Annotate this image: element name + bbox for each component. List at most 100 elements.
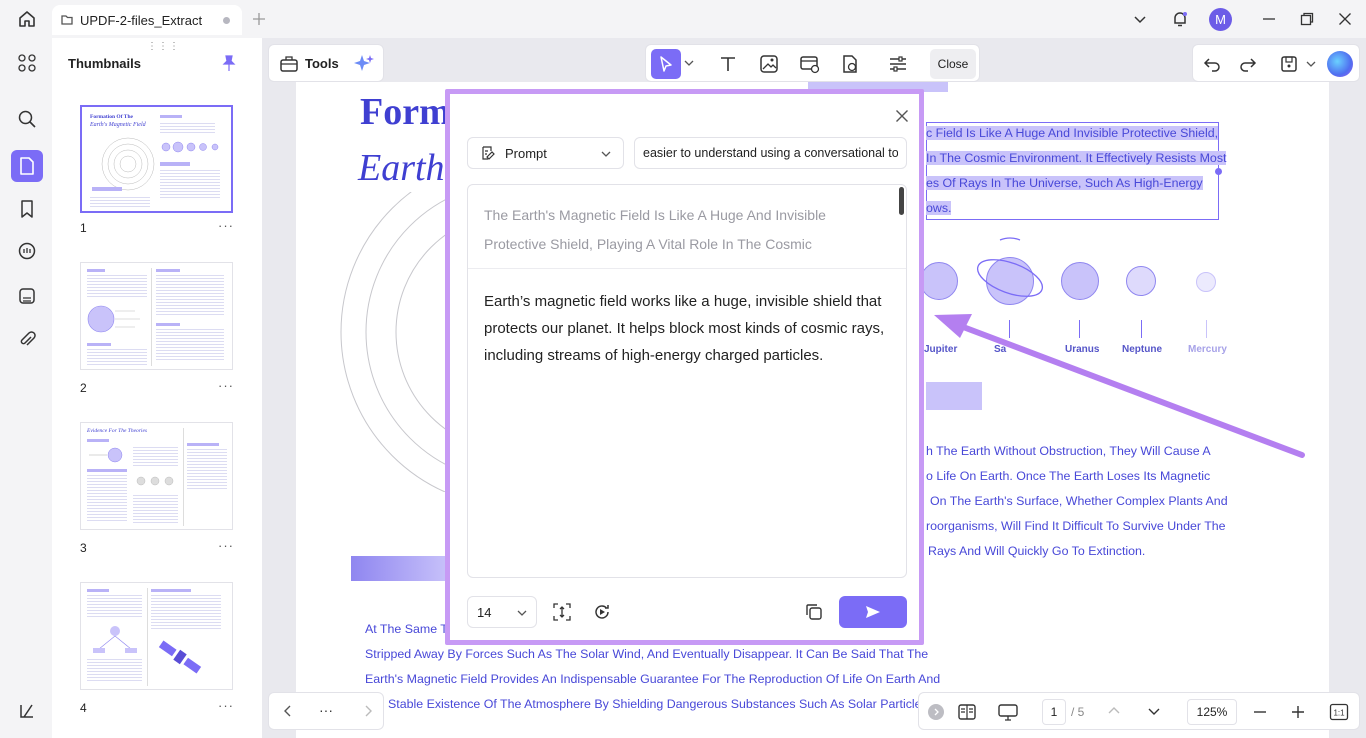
- title-bar: UPDF-2-files_Extract M: [0, 0, 1366, 38]
- watermark-tool-icon[interactable]: [840, 54, 860, 74]
- regenerate-icon[interactable]: [592, 602, 612, 622]
- image-tool-icon[interactable]: [759, 54, 779, 74]
- thumb-text: [160, 123, 215, 133]
- prompt-dropdown[interactable]: Prompt: [467, 137, 624, 169]
- selected-text-line: In The Cosmic Environment. It Effectivel…: [926, 151, 1227, 165]
- undo-icon[interactable]: [1203, 55, 1221, 73]
- zoom-out-icon[interactable]: [1253, 705, 1267, 719]
- chevron-right-icon[interactable]: [361, 704, 375, 718]
- thumb-more-button[interactable]: ···: [218, 538, 234, 553]
- rewrite-text-area[interactable]: The Earth's Magnetic Field Is Like A Hug…: [467, 184, 907, 578]
- chevron-left-icon[interactable]: [281, 704, 295, 718]
- comment-icon[interactable]: [14, 238, 40, 264]
- thumb-text: [187, 449, 227, 489]
- stamp-icon[interactable]: [14, 283, 40, 309]
- tools-label[interactable]: Tools: [305, 56, 339, 71]
- thumb-globe-graphic: [87, 305, 140, 333]
- chevron-down-icon: [517, 608, 527, 618]
- page-number-input[interactable]: 1: [1042, 699, 1066, 725]
- ai-rewrite-dialog: Prompt The Earth's Magnetic Field Is Lik…: [445, 89, 924, 645]
- page-thumbnail-3[interactable]: Evidence For The Theories: [80, 422, 233, 530]
- chevron-down-icon[interactable]: [1147, 704, 1161, 718]
- toolbox-icon[interactable]: [279, 54, 299, 74]
- thumb-label-bar: [87, 589, 109, 592]
- zoom-in-icon[interactable]: [1291, 705, 1305, 719]
- layers-icon[interactable]: [14, 698, 40, 724]
- thumb-text: [160, 170, 220, 200]
- thumb-page-number: 2: [80, 381, 87, 395]
- page-thumbnail-2[interactable]: [80, 262, 233, 370]
- bookmark-icon[interactable]: [14, 196, 40, 222]
- expand-icon[interactable]: [552, 602, 572, 622]
- ai-sparkle-icon[interactable]: [353, 53, 375, 75]
- presentation-icon[interactable]: [997, 702, 1019, 722]
- ai-assistant-icon[interactable]: [1327, 51, 1353, 77]
- apps-icon[interactable]: [14, 50, 40, 76]
- thumb-page-number: 1: [80, 221, 87, 235]
- save-icon[interactable]: [1280, 55, 1298, 73]
- close-icon[interactable]: [895, 109, 909, 123]
- minimize-icon[interactable]: [1258, 8, 1280, 30]
- prompt-input[interactable]: [634, 137, 907, 169]
- tools-panel: Tools: [268, 44, 384, 82]
- thumb-more-button[interactable]: ···: [218, 378, 234, 393]
- select-tool-icon[interactable]: [651, 49, 681, 79]
- thumb-page-number: 4: [80, 701, 87, 715]
- panel-resize-handle[interactable]: ⋮⋮⋮: [147, 41, 180, 52]
- avatar[interactable]: M: [1209, 8, 1232, 31]
- zoom-level[interactable]: 125%: [1187, 699, 1237, 725]
- thumb-planets: [136, 476, 174, 486]
- font-size-select[interactable]: 14: [467, 596, 537, 628]
- bell-icon[interactable]: [1169, 8, 1191, 30]
- planet-jupiter: [920, 262, 958, 300]
- chevron-down-icon: [601, 149, 611, 159]
- close-icon[interactable]: [1334, 8, 1356, 30]
- planet-mercury: [1196, 272, 1216, 292]
- pin-icon[interactable]: [220, 54, 238, 72]
- document-icon[interactable]: [11, 150, 43, 182]
- selected-text-line: c Field Is Like A Huge And Invisible Pro…: [926, 126, 1219, 140]
- scrollbar-thumb[interactable]: [899, 187, 904, 215]
- redo-icon[interactable]: [1239, 55, 1257, 73]
- thumb-heading: Formation Of The: [90, 114, 133, 120]
- text-tool-icon[interactable]: [718, 54, 738, 74]
- body-text-line: Earth's Magnetic Field Provides An Indis…: [365, 672, 941, 686]
- link-tool-icon[interactable]: [799, 54, 821, 74]
- rewritten-text[interactable]: Earth’s magnetic field works like a huge…: [484, 288, 894, 369]
- selection-handle[interactable]: [1215, 168, 1222, 175]
- close-edit-button[interactable]: Close: [930, 49, 976, 79]
- chevron-down-icon[interactable]: [684, 58, 694, 68]
- body-text-line: roorganisms, Will Find It Difficult To S…: [926, 519, 1226, 533]
- page-layout-icon[interactable]: [957, 702, 977, 722]
- thumb-orbit-graphic: [92, 137, 155, 191]
- settings-sliders-icon[interactable]: [888, 54, 908, 74]
- actual-size-icon[interactable]: 1:1: [1329, 703, 1349, 721]
- chevron-down-icon[interactable]: [1306, 59, 1316, 69]
- send-button[interactable]: [839, 596, 907, 628]
- thumb-text: [156, 329, 224, 361]
- more-button[interactable]: ···: [319, 702, 333, 718]
- file-tab-icon: [60, 13, 74, 27]
- thumb-text: [87, 275, 147, 297]
- chevron-down-icon[interactable]: [1129, 8, 1151, 30]
- maximize-icon[interactable]: [1296, 8, 1318, 30]
- search-icon[interactable]: [14, 106, 40, 132]
- thumb-satellite-graphic: [158, 640, 202, 674]
- selected-text-line: ows.: [926, 201, 952, 215]
- document-tab[interactable]: UPDF-2-files_Extract: [52, 5, 242, 35]
- attachment-icon[interactable]: [14, 327, 40, 353]
- home-icon[interactable]: [16, 8, 38, 30]
- thumb-label-bar: [87, 469, 127, 472]
- planet-uranus: [1061, 262, 1099, 300]
- body-text-line: At The Same T: [365, 622, 448, 636]
- page-thumbnail-4[interactable]: [80, 582, 233, 690]
- thumb-label-bar: [156, 269, 180, 272]
- chevron-up-icon[interactable]: [1107, 704, 1121, 718]
- thumb-more-button[interactable]: ···: [218, 218, 234, 233]
- collapse-icon[interactable]: [928, 704, 944, 720]
- add-tab-icon[interactable]: [248, 8, 270, 30]
- thumbnail-nav-bar: ···: [268, 692, 384, 730]
- thumb-more-button[interactable]: ···: [218, 698, 234, 713]
- copy-icon[interactable]: [804, 602, 824, 622]
- page-thumbnail-1[interactable]: Formation Of The Earth's Magnetic Field: [80, 105, 233, 213]
